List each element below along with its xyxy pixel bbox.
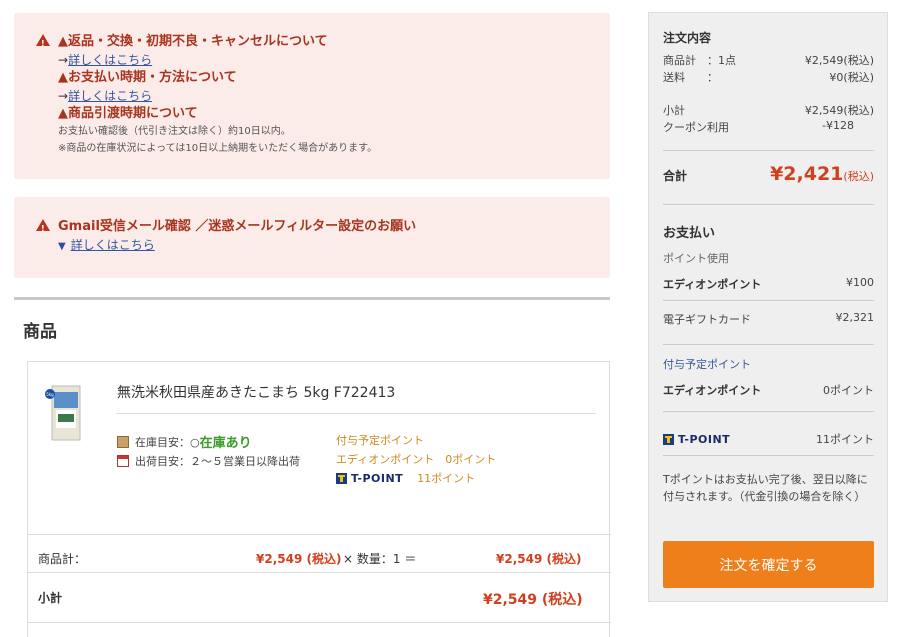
calendar-icon (117, 455, 129, 467)
divider (663, 455, 874, 456)
cart-item: 5kg 無洗米秋田県産あきたこまち 5kg F722413 在庫目安：○ 在庫あり… (27, 361, 611, 637)
delivery-note: ※商品の在庫状況によっては10日以上納期をいただく場合があります。 (58, 143, 378, 154)
arrow-text: → (58, 89, 69, 103)
delivery-text: お支払い確認後（代引き注文は除く）約10日以内。 (58, 126, 291, 137)
point-use-text: ポイント使用 (663, 252, 729, 265)
edion-points: エディオンポイント 0ポイント (336, 453, 497, 466)
divider (663, 411, 874, 412)
divider (663, 300, 874, 301)
giftcard-value: ¥2,321 (835, 311, 875, 324)
divider (28, 622, 611, 623)
point-use-label: ポイント使用 (663, 250, 874, 266)
tpoint-icon (663, 433, 674, 445)
total-label: 合計 (663, 169, 688, 183)
total-row: 合計 ¥2,421(税込) (663, 163, 874, 185)
tpoint-icon (336, 472, 347, 484)
triangle-down-icon: ▼ (58, 241, 66, 252)
warning-icon (36, 34, 50, 53)
notice-return-payment: ▲返品・交換・初期不良・キャンセルについて →詳しくはこちら ▲お支払い時期・方… (14, 13, 610, 179)
giftcard-label: 電子ギフトカード (663, 313, 751, 326)
order-summary: 注文内容 商品計 ：1点 ¥2,549(税込) 送料 ： ¥0(税込) 小計 ¥2,5… (648, 12, 888, 602)
notice-return-title: ▲返品・交換・初期不良・キャンセルについて (58, 34, 328, 49)
quantity-text: × 数量：1 ＝ (343, 552, 417, 566)
shipping-label: 送料 ： (663, 71, 718, 84)
confirm-order-button[interactable]: 注文を確定する (663, 541, 874, 588)
tpoint-logo-text: T-POINT (678, 432, 731, 446)
ship-estimate: 出荷目安：２～５営業日以降出荷 (117, 453, 300, 469)
subtotal-label: 小計 (663, 104, 685, 117)
total-value: ¥2,421 (770, 163, 844, 185)
tpoint-note-text-1: Tポイントはお支払い完了後、翌日以降に (663, 473, 868, 486)
divider (116, 413, 596, 414)
notice-gmail: Gmail受信メール確認 ／迷惑メールフィルター設定のお願い ▼ 詳しくはこちら (14, 197, 610, 278)
edion-label: エディオンポイント (663, 278, 762, 291)
product-badge-text: 5kg (46, 392, 54, 397)
grant-tpoint-value: 11ポイント (816, 433, 874, 446)
notice-payment-title: ▲お支払い時期・方法について (58, 70, 237, 85)
divider (28, 572, 611, 573)
subtotal-row: 小計 ¥2,549(税込) (663, 102, 874, 118)
tpoint-logo: T-POINT (663, 433, 730, 446)
grant-edion-row: エディオンポイント 0ポイント (663, 382, 874, 398)
goods-label: 商品計 ：1点 (663, 54, 736, 67)
product-image[interactable]: 5kg (44, 384, 84, 442)
grant-title-text: 付与予定ポイント (663, 358, 751, 371)
shipping-row: 送料 ： ¥0(税込) (663, 69, 874, 85)
divider (663, 150, 874, 151)
tpoint-note-text-2: 付与されます。（代金引換の場合を除く） (663, 490, 866, 503)
notice-delivery-title: ▲商品引渡時期について (58, 106, 198, 121)
tpoint-logo: T-POINT (336, 472, 403, 485)
goods-value: ¥2,549(税込) (804, 54, 874, 67)
payment-detail-link[interactable]: 詳しくはこちら (68, 89, 152, 103)
price-row: 商品計： ¥2,549 (税込) × 数量：1 ＝ ¥2,549 (税込) (38, 550, 588, 567)
edion-value: ¥100 (846, 276, 874, 289)
return-detail-link[interactable]: 詳しくはこちら (68, 53, 152, 67)
line-total: ¥2,549 (税込) (496, 552, 582, 566)
shipping-value: ¥0(税込) (829, 71, 874, 84)
divider (28, 534, 611, 535)
tpoint-logo-text: T-POINT (351, 471, 404, 485)
shoukei-value: ¥2,549 (税込) (483, 592, 583, 608)
gmail-detail-link[interactable]: 詳しくはこちら (71, 238, 155, 252)
tpoint-row: T-POINT 11ポイント (336, 470, 475, 486)
summary-title: 注文内容 (663, 31, 712, 45)
divider (663, 344, 874, 345)
stock-value: 在庫あり (199, 436, 252, 451)
total-tax: (税込) (843, 170, 874, 183)
grant-tpoint-row: T-POINT 11ポイント (663, 431, 874, 447)
subtotal-row: 小計 ¥2,549 (税込) (38, 589, 588, 608)
coupon-label: クーポン利用 (663, 121, 729, 134)
edion-use-row: エディオンポイント ¥100 (663, 276, 874, 292)
grant-edion-value: 0ポイント (823, 384, 874, 397)
unit-price: ¥2,549 (税込) (256, 552, 342, 566)
shoukei-label: 小計 (38, 591, 63, 605)
giftcard-row: 電子ギフトカード ¥2,321 (663, 311, 874, 327)
divider (663, 204, 874, 205)
tpoint-note-2: 付与されます。（代金引換の場合を除く） (663, 488, 874, 504)
coupon-row: クーポン利用 -¥128 (663, 119, 874, 135)
payment-title: お支払い (663, 226, 716, 241)
gmail-notice-title: Gmail受信メール確認 ／迷惑メールフィルター設定のお願い (58, 219, 417, 234)
coupon-value: -¥128 (822, 119, 854, 132)
tpoint-value: 11ポイント (417, 472, 476, 485)
goods-row: 商品計 ：1点 ¥2,549(税込) (663, 52, 874, 68)
grant-points-title: 付与予定ポイント (663, 356, 874, 372)
grant-edion-label: エディオンポイント (663, 384, 762, 397)
subtotal-value: ¥2,549(税込) (804, 104, 874, 117)
stock-label: 在庫目安：○ (135, 435, 200, 449)
box-icon (117, 435, 129, 448)
section-title: 商品 (23, 322, 57, 342)
points-heading: 付与予定ポイント (336, 434, 424, 447)
subtotal-label: 商品計： (38, 552, 87, 566)
section-divider (14, 297, 610, 300)
tpoint-note-1: Tポイントはお支払い完了後、翌日以降に (663, 471, 874, 487)
product-name[interactable]: 無洗米秋田県産あきたこまち 5kg F722413 (117, 382, 395, 402)
ship-label: 出荷目安：２～５営業日以降出荷 (135, 455, 300, 468)
arrow-text: → (58, 53, 69, 67)
warning-icon (36, 219, 50, 238)
stock-status: 在庫目安：○ 在庫あり (117, 432, 252, 451)
